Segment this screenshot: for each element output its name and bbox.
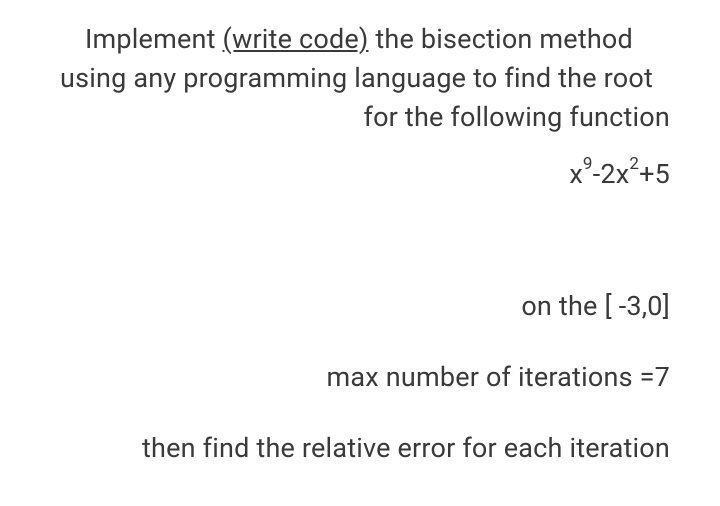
text-suffix: the bisection method <box>369 23 633 55</box>
instruction-line-1: Implement (write code) the bisection met… <box>85 20 670 59</box>
eq-term-plus5: +5 <box>639 158 670 190</box>
equation: x9-2x2+5 <box>30 155 670 194</box>
eq-exp-2: 2 <box>629 154 639 174</box>
relative-error-text: then find the relative error for each it… <box>30 429 670 468</box>
interval-text: on the [ -3,0] <box>30 287 670 326</box>
text-prefix: Implement <box>85 23 223 55</box>
equation-expression: x9-2x2+5 <box>569 155 670 194</box>
max-iterations-text: max number of iterations =7 <box>30 358 670 397</box>
eq-exp-9: 9 <box>583 154 593 174</box>
eq-term-2x: -2x <box>593 158 630 190</box>
problem-text: Implement (write code) the bisection met… <box>30 20 670 468</box>
eq-var-x1: x <box>569 158 583 190</box>
instruction-line-3: for the following function <box>30 98 670 137</box>
instruction-line-2: using any programming language to find t… <box>60 59 670 98</box>
write-code-underlined: (write code) <box>223 23 369 55</box>
